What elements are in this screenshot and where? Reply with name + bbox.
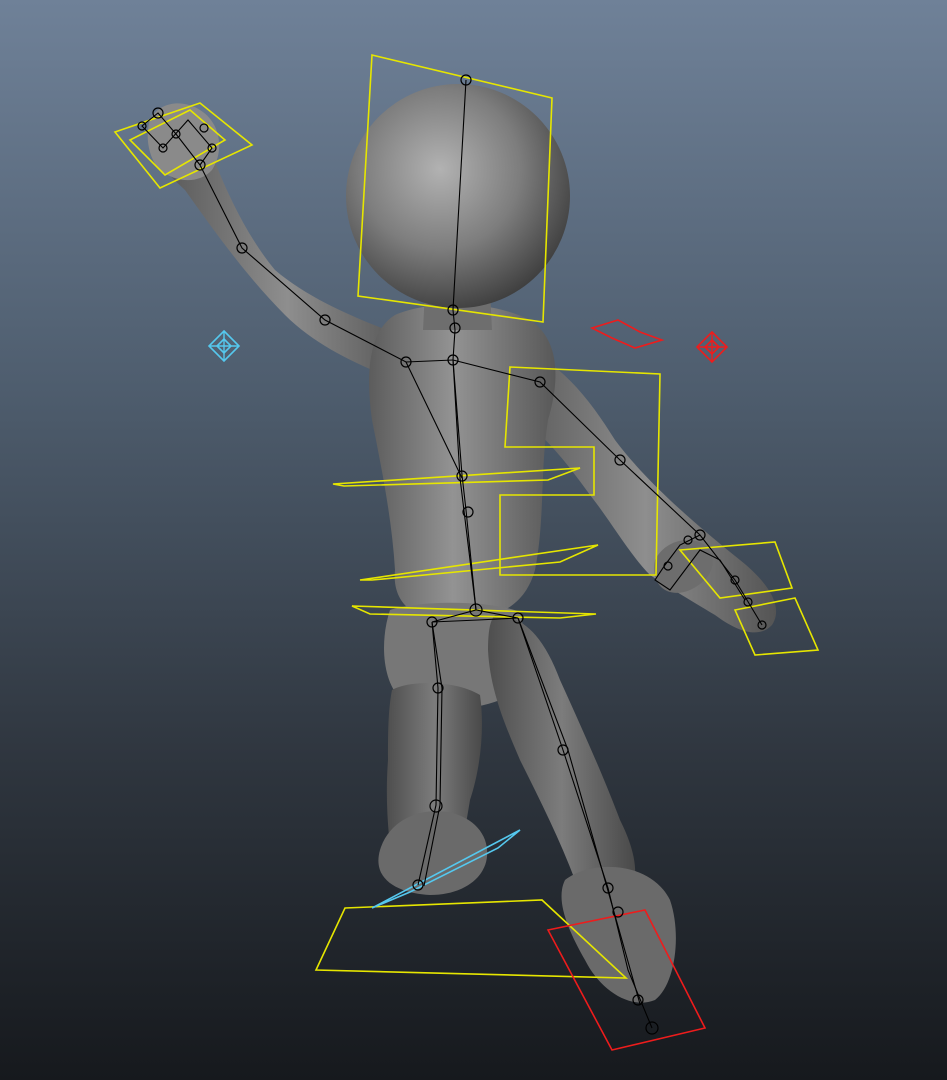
right-pole-vector-icon[interactable] — [695, 330, 729, 364]
scene-canvas[interactable] — [0, 0, 947, 1080]
right-leg-mesh[interactable] — [488, 615, 636, 900]
viewport-3d[interactable] — [0, 0, 947, 1080]
head-mesh[interactable] — [346, 84, 570, 308]
character-mesh[interactable] — [147, 84, 777, 1003]
right-shoulder-control[interactable] — [589, 319, 665, 349]
left-pole-vector-icon[interactable] — [207, 329, 241, 363]
